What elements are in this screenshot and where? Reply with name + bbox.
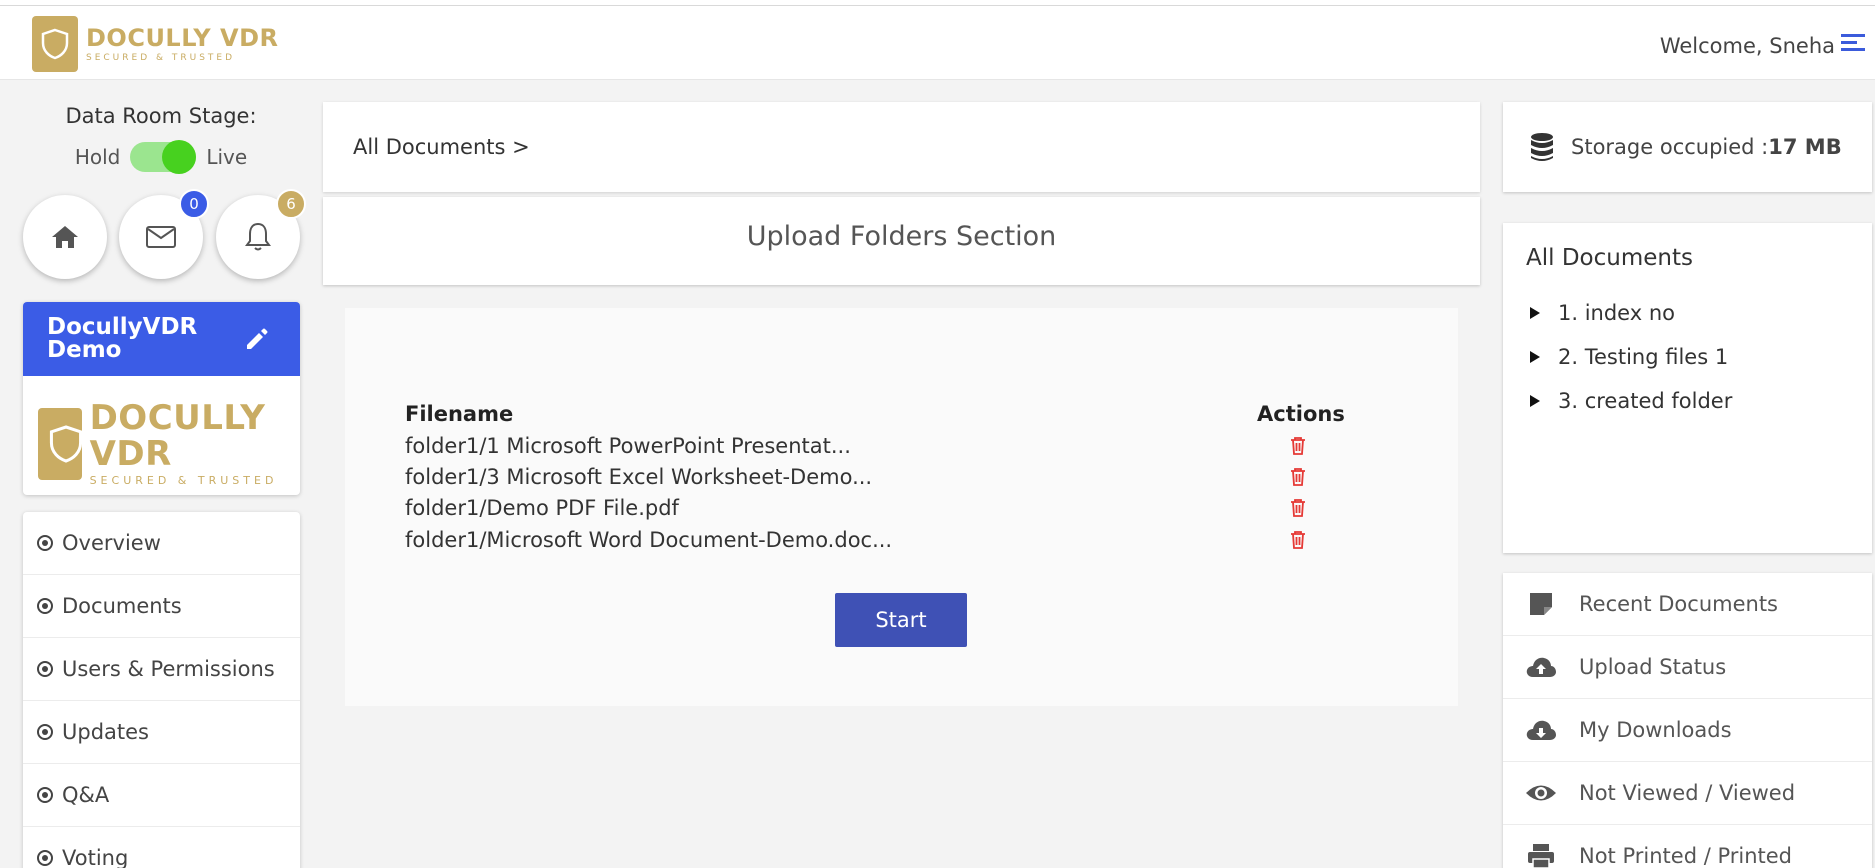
cloud-download-icon — [1526, 720, 1556, 740]
nav-item-overview[interactable]: Overview — [23, 512, 300, 575]
tree-title: All Documents — [1526, 245, 1693, 271]
storage-card: Storage occupied :17 MB — [1503, 102, 1872, 192]
bell-icon — [245, 222, 271, 251]
delete-icon[interactable] — [1289, 530, 1307, 550]
start-upload-button[interactable]: Start — [835, 593, 967, 647]
menu-icon[interactable] — [1841, 34, 1865, 56]
printer-icon — [1528, 844, 1554, 868]
storage-value: 17 MB — [1768, 135, 1842, 159]
quick-link-viewed[interactable]: Not Viewed / Viewed — [1503, 762, 1872, 825]
documents-tree-card: All Documents 1. index no 2. Testing fil… — [1503, 223, 1872, 553]
filename-column-header: Filename — [405, 402, 514, 426]
room-header: DocullyVDR Demo — [23, 302, 300, 376]
quick-link-label: Recent Documents — [1579, 592, 1778, 616]
stage-toggle-row: Hold Live — [0, 140, 322, 174]
quick-links-card: Recent Documents Upload Status My Downlo… — [1503, 573, 1872, 868]
quick-link-recent-documents[interactable]: Recent Documents — [1503, 573, 1872, 636]
file-row: folder1/3 Microsoft Excel Worksheet-Demo… — [405, 465, 873, 489]
breadcrumb: All Documents > — [323, 102, 1480, 192]
nav-item-qa[interactable]: Q&A — [23, 764, 300, 827]
notifications-count-badge: 6 — [276, 189, 306, 219]
quick-link-label: My Downloads — [1579, 718, 1732, 742]
quick-link-label: Not Viewed / Viewed — [1579, 781, 1796, 805]
document-icon — [1530, 593, 1552, 615]
radio-dot-icon — [37, 661, 53, 677]
shield-logo-icon — [32, 16, 78, 72]
actions-column-header: Actions — [1257, 402, 1345, 426]
storage-label: Storage occupied : — [1571, 135, 1769, 159]
mail-icon — [146, 226, 176, 248]
file-row: folder1/1 Microsoft PowerPoint Presentat… — [405, 434, 851, 458]
data-room-card: DocullyVDR Demo DOCULLY VDR SECURED & TR… — [23, 302, 300, 495]
quick-link-my-downloads[interactable]: My Downloads — [1503, 699, 1872, 762]
room-logo-name: DOCULLY VDR — [89, 398, 266, 474]
delete-icon[interactable] — [1289, 498, 1307, 518]
shield-logo-icon — [38, 407, 83, 480]
messages-count-badge: 0 — [179, 189, 209, 219]
toggle-off-label: Hold — [74, 145, 121, 169]
logo-name: DOCULLY VDR — [86, 24, 279, 52]
room-name: DocullyVDR Demo — [47, 314, 198, 363]
tree-item-label: 1. index no — [1558, 301, 1675, 325]
expand-arrow-icon[interactable] — [1530, 351, 1540, 363]
radio-dot-icon — [37, 850, 53, 866]
quick-link-label: Not Printed / Printed — [1579, 844, 1793, 868]
tree-item[interactable]: 3. created folder — [1526, 379, 1849, 423]
upload-section-title: Upload Folders Section — [746, 221, 1057, 252]
radio-dot-icon — [37, 787, 53, 803]
app-header: DOCULLY VDR SECURED & TRUSTED Welcome, S… — [0, 6, 1875, 80]
nav-item-voting[interactable]: Voting — [23, 827, 300, 868]
edit-icon[interactable] — [244, 326, 270, 352]
quick-link-label: Upload Status — [1579, 655, 1727, 679]
breadcrumb-all-documents[interactable]: All Documents > — [353, 135, 530, 159]
tree-item[interactable]: 1. index no — [1526, 291, 1849, 335]
nav-item-label: Voting — [62, 846, 129, 868]
eye-icon — [1526, 785, 1556, 801]
tree-item[interactable]: 2. Testing files 1 — [1526, 335, 1849, 379]
nav-item-documents[interactable]: Documents — [23, 575, 300, 638]
sidebar-nav: Overview Documents Users & Permissions U… — [23, 512, 300, 868]
messages-button[interactable]: 0 — [119, 189, 209, 279]
cloud-upload-icon — [1526, 657, 1556, 677]
expand-arrow-icon[interactable] — [1530, 395, 1540, 407]
nav-item-label: Q&A — [62, 783, 110, 807]
stage-toggle[interactable] — [130, 140, 197, 174]
nav-item-label: Updates — [62, 720, 149, 744]
tree-item-label: 3. created folder — [1558, 389, 1733, 413]
docully-logo[interactable]: DOCULLY VDR SECURED & TRUSTED — [32, 16, 278, 72]
expand-arrow-icon[interactable] — [1530, 307, 1540, 319]
welcome-text: Welcome, Sneha — [1659, 34, 1835, 58]
home-button[interactable] — [23, 195, 107, 279]
toggle-on-label: Live — [206, 145, 248, 169]
delete-icon[interactable] — [1289, 467, 1307, 487]
radio-dot-icon — [37, 535, 53, 551]
upload-section-header: Upload Folders Section — [323, 197, 1480, 285]
home-icon — [52, 226, 78, 248]
logo-tagline: SECURED & TRUSTED — [86, 53, 236, 63]
nav-item-label: Documents — [62, 594, 182, 618]
database-icon — [1531, 133, 1553, 161]
file-row: folder1/Demo PDF File.pdf — [405, 496, 679, 520]
quick-link-upload-status[interactable]: Upload Status — [1503, 636, 1872, 699]
nav-item-label: Users & Permissions — [62, 657, 275, 681]
radio-dot-icon — [37, 724, 53, 740]
file-row: folder1/Microsoft Word Document-Demo.doc… — [405, 528, 893, 552]
nav-item-users-permissions[interactable]: Users & Permissions — [23, 638, 300, 701]
quick-link-printed[interactable]: Not Printed / Printed — [1503, 825, 1872, 868]
room-logo: DOCULLY VDR SECURED & TRUSTED — [38, 400, 300, 487]
tree-item-label: 2. Testing files 1 — [1558, 345, 1729, 369]
nav-item-updates[interactable]: Updates — [23, 701, 300, 764]
radio-dot-icon — [37, 598, 53, 614]
nav-item-label: Overview — [62, 531, 161, 555]
room-logo-tagline: SECURED & TRUSTED — [89, 474, 278, 487]
data-room-stage-label: Data Room Stage: — [65, 104, 257, 128]
toggle-knob — [162, 140, 197, 174]
delete-icon[interactable] — [1289, 436, 1307, 456]
upload-panel: Filename Actions folder1/1 Microsoft Pow… — [345, 308, 1458, 706]
notifications-button[interactable]: 6 — [216, 189, 306, 279]
